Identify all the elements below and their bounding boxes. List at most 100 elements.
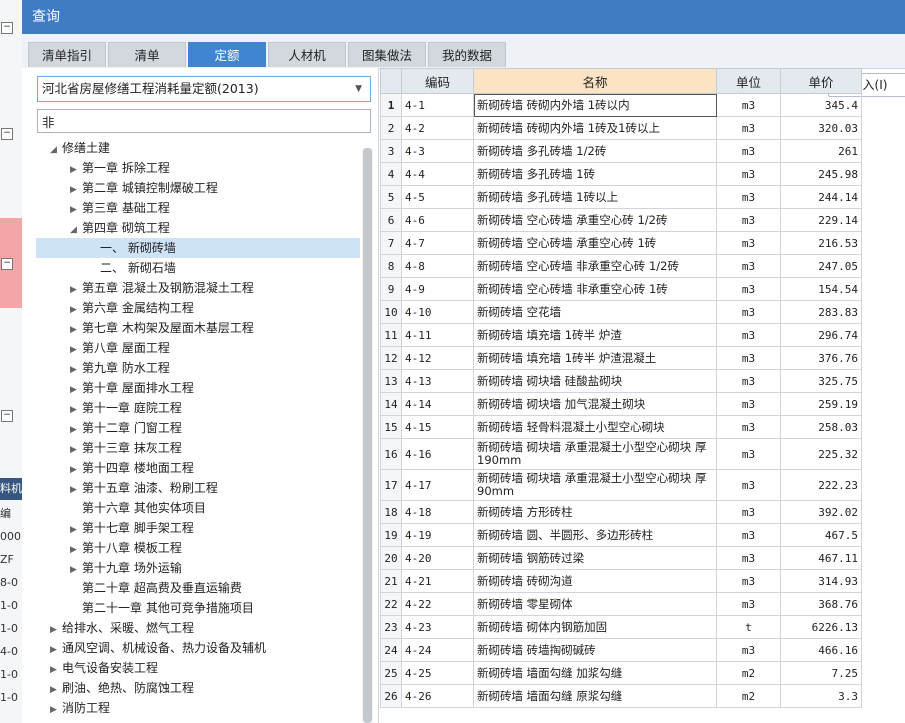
price-cell[interactable]: 467.5 xyxy=(780,523,862,547)
name-cell[interactable]: 新砌砖墙 砖砌内外墙 1砖及1砖以上 xyxy=(473,116,717,140)
price-cell[interactable]: 216.53 xyxy=(780,231,862,255)
code-cell[interactable]: 4-20 xyxy=(401,546,474,570)
tree-node[interactable]: ▶ 第十五章 油漆、粉刷工程 xyxy=(36,478,218,498)
table-row[interactable]: 24 4-24 新砌砖墙 砖墙掏砌碱砖 m3 466.16 xyxy=(380,638,862,662)
table-row[interactable]: 13 4-13 新砌砖墙 砌块墙 硅酸盐砌块 m3 325.75 xyxy=(380,369,862,393)
name-cell[interactable]: 新砌砖墙 多孔砖墙 1砖 xyxy=(473,162,717,186)
code-cell[interactable]: 4-22 xyxy=(401,592,474,616)
collapsed-arrow-icon[interactable]: ▶ xyxy=(50,700,62,720)
unit-cell[interactable]: m3 xyxy=(716,208,781,232)
tree-node[interactable]: ▶ 电气设备安装工程 xyxy=(36,658,158,678)
column-header-price[interactable]: 单价 xyxy=(780,68,862,94)
price-cell[interactable]: 296.74 xyxy=(780,323,862,347)
table-row[interactable]: 20 4-20 新砌砖墙 钢筋砖过梁 m3 467.11 xyxy=(380,546,862,570)
code-cell[interactable]: 4-7 xyxy=(401,231,474,255)
collapsed-arrow-icon[interactable]: ▶ xyxy=(70,420,82,440)
code-cell[interactable]: 4-10 xyxy=(401,300,474,324)
price-cell[interactable]: 314.93 xyxy=(780,569,862,593)
name-cell[interactable]: 新砌砖墙 钢筋砖过梁 xyxy=(473,546,717,570)
row-number[interactable]: 25 xyxy=(380,661,402,685)
table-row[interactable]: 12 4-12 新砌砖墙 填充墙 1砖半 炉渣混凝土 m3 376.76 xyxy=(380,346,862,370)
tree-node[interactable]: 第十六章 其他实体项目 xyxy=(36,498,206,518)
tree-node[interactable]: ▶ 第十二章 门窗工程 xyxy=(36,418,182,438)
name-cell[interactable]: 新砌砖墙 零星砌体 xyxy=(473,592,717,616)
collapsed-arrow-icon[interactable]: ▶ xyxy=(50,640,62,660)
tree-node[interactable]: ▶ 第六章 金属结构工程 xyxy=(36,298,194,318)
unit-cell[interactable]: m3 xyxy=(716,523,781,547)
table-row[interactable]: 4 4-4 新砌砖墙 多孔砖墙 1砖 m3 245.98 xyxy=(380,162,862,186)
tree-node[interactable]: ◢ 第四章 砌筑工程 xyxy=(36,218,170,238)
collapsed-arrow-icon[interactable]: ▶ xyxy=(70,380,82,400)
table-row[interactable]: 17 4-17 新砌砖墙 砌块墙 承重混凝土小型空心砌块 厚90mm m3 222.23 xyxy=(380,469,862,501)
tab-atlas-method[interactable]: 图集做法 xyxy=(348,42,426,67)
collapsed-arrow-icon[interactable]: ▶ xyxy=(70,300,82,320)
tab-labor-material-machine[interactable]: 人材机 xyxy=(268,42,346,67)
unit-cell[interactable]: m3 xyxy=(716,323,781,347)
collapsed-arrow-icon[interactable]: ▶ xyxy=(70,340,82,360)
collapsed-arrow-icon[interactable]: ▶ xyxy=(70,160,82,180)
row-number[interactable]: 24 xyxy=(380,638,402,662)
code-cell[interactable]: 4-15 xyxy=(401,415,474,439)
code-cell[interactable]: 4-8 xyxy=(401,254,474,278)
table-row[interactable]: 11 4-11 新砌砖墙 填充墙 1砖半 炉渣 m3 296.74 xyxy=(380,323,862,347)
name-cell[interactable]: 新砌砖墙 墙面勾缝 原浆勾缝 xyxy=(473,684,717,708)
row-number[interactable]: 17 xyxy=(380,469,402,501)
row-number[interactable]: 11 xyxy=(380,323,402,347)
name-cell[interactable]: 新砌砖墙 轻骨料混凝土小型空心砌块 xyxy=(473,415,717,439)
price-cell[interactable]: 225.32 xyxy=(780,438,862,470)
tree-node[interactable]: 一、 新砌砖墙 xyxy=(36,238,360,258)
row-number[interactable]: 21 xyxy=(380,569,402,593)
collapsed-arrow-icon[interactable]: ▶ xyxy=(50,660,62,680)
table-row[interactable]: 23 4-23 新砌砖墙 砌体内钢筋加固 t 6226.13 xyxy=(380,615,862,639)
name-cell[interactable]: 新砌砖墙 多孔砖墙 1/2砖 xyxy=(473,139,717,163)
tree-node[interactable]: ▶ 消防工程 xyxy=(36,698,110,718)
collapsed-arrow-icon[interactable]: ▶ xyxy=(70,320,82,340)
row-number[interactable]: 2 xyxy=(380,116,402,140)
collapsed-arrow-icon[interactable]: ▶ xyxy=(70,440,82,460)
name-cell[interactable]: 新砌砖墙 墙面勾缝 加浆勾缝 xyxy=(473,661,717,685)
name-cell[interactable]: 新砌砖墙 砖砌沟道 xyxy=(473,569,717,593)
unit-cell[interactable]: m3 xyxy=(716,346,781,370)
name-cell[interactable]: 新砌砖墙 砌块墙 承重混凝土小型空心砌块 厚190mm xyxy=(473,438,717,470)
collapsed-arrow-icon[interactable]: ▶ xyxy=(70,460,82,480)
column-header-code[interactable]: 编码 xyxy=(401,68,474,94)
scrollbar-thumb[interactable] xyxy=(363,148,372,723)
tree-node[interactable]: ▶ 第十八章 模板工程 xyxy=(36,538,182,558)
tree-node[interactable]: ▶ 第十九章 场外运输 xyxy=(36,558,182,578)
tree-node[interactable]: ▶ 第三章 基础工程 xyxy=(36,198,170,218)
row-number[interactable]: 13 xyxy=(380,369,402,393)
unit-cell[interactable]: m3 xyxy=(716,415,781,439)
name-cell[interactable]: 新砌砖墙 圆、半圆形、多边形砖柱 xyxy=(473,523,717,547)
tab-quota[interactable]: 定额 xyxy=(188,42,266,67)
code-cell[interactable]: 4-3 xyxy=(401,139,474,163)
table-row[interactable]: 9 4-9 新砌砖墙 空心砖墙 非承重空心砖 1砖 m3 154.54 xyxy=(380,277,862,301)
quota-library-select[interactable]: 河北省房屋修缮工程消耗量定额(2013) ▼ xyxy=(37,76,371,102)
code-cell[interactable]: 4-17 xyxy=(401,469,474,501)
tab-my-data[interactable]: 我的数据 xyxy=(428,42,506,67)
price-cell[interactable]: 7.25 xyxy=(780,661,862,685)
price-cell[interactable]: 229.14 xyxy=(780,208,862,232)
unit-cell[interactable]: m3 xyxy=(716,116,781,140)
price-cell[interactable]: 259.19 xyxy=(780,392,862,416)
unit-cell[interactable]: m3 xyxy=(716,300,781,324)
collapsed-arrow-icon[interactable]: ▶ xyxy=(70,360,82,380)
row-number[interactable]: 22 xyxy=(380,592,402,616)
collapsed-arrow-icon[interactable]: ▶ xyxy=(70,200,82,220)
tree-node[interactable]: ▶ 刷油、绝热、防腐蚀工程 xyxy=(36,678,194,698)
tree-node[interactable]: ▶ 第七章 木构架及屋面木基层工程 xyxy=(36,318,254,338)
unit-cell[interactable]: m3 xyxy=(716,392,781,416)
price-cell[interactable]: 245.98 xyxy=(780,162,862,186)
column-header-name[interactable]: 名称 xyxy=(473,68,717,94)
code-cell[interactable]: 4-23 xyxy=(401,615,474,639)
price-cell[interactable]: 3.3 xyxy=(780,684,862,708)
unit-cell[interactable]: m3 xyxy=(716,185,781,209)
price-cell[interactable]: 247.05 xyxy=(780,254,862,278)
name-cell[interactable]: 新砌砖墙 空花墙 xyxy=(473,300,717,324)
row-number[interactable]: 19 xyxy=(380,523,402,547)
name-cell[interactable]: 新砌砖墙 多孔砖墙 1砖以上 xyxy=(473,185,717,209)
table-row[interactable]: 25 4-25 新砌砖墙 墙面勾缝 加浆勾缝 m2 7.25 xyxy=(380,661,862,685)
tree-node[interactable]: ▶ 第二章 城镇控制爆破工程 xyxy=(36,178,218,198)
collapsed-arrow-icon[interactable]: ▶ xyxy=(70,280,82,300)
tree-node[interactable]: ▶ 第十七章 脚手架工程 xyxy=(36,518,194,538)
dialog-title-bar[interactable]: 查询 xyxy=(22,0,905,34)
